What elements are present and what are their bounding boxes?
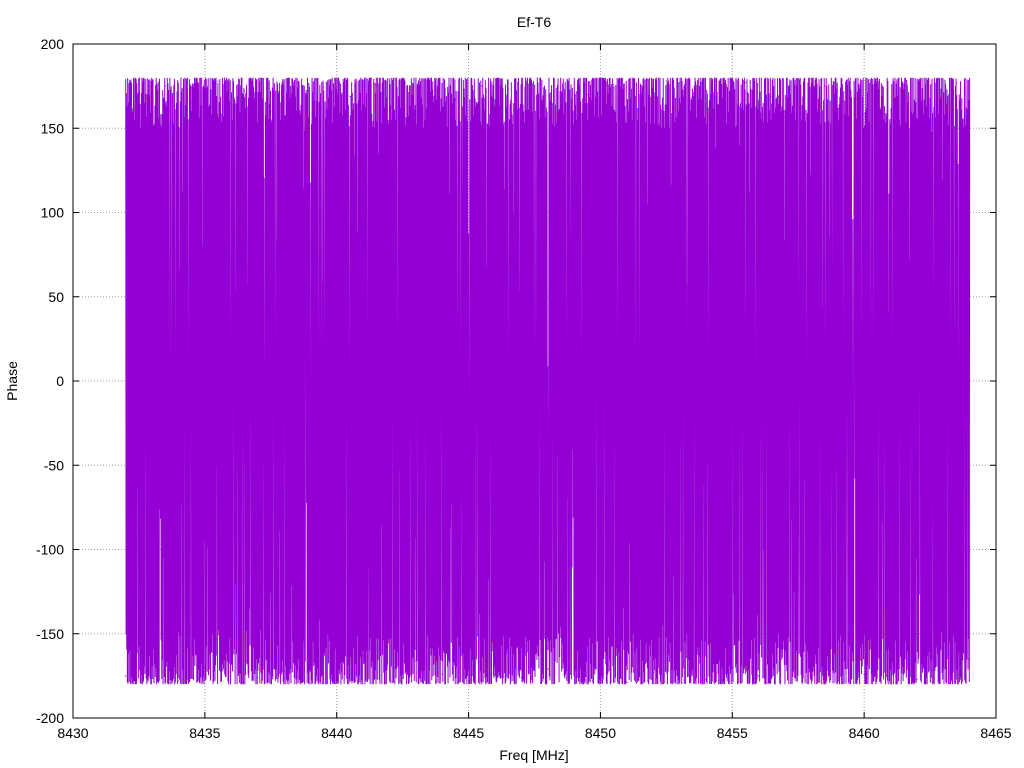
y-axis-label: Phase <box>4 361 20 401</box>
x-tick-label: 8435 <box>189 725 220 741</box>
data-point <box>547 668 549 670</box>
data-point <box>362 655 364 657</box>
y-tick-label: 0 <box>56 373 64 389</box>
data-point <box>639 90 641 92</box>
y-tick-label: 150 <box>41 120 65 136</box>
data-point <box>336 682 338 684</box>
data-point <box>652 671 654 674</box>
data-point <box>428 80 430 82</box>
chart-title: Ef-T6 <box>517 14 551 30</box>
data-point <box>863 673 865 675</box>
y-tick-label: 50 <box>48 289 64 305</box>
data-point <box>441 673 443 675</box>
y-tick-label: -50 <box>44 457 64 473</box>
data-point <box>903 88 905 91</box>
data-point <box>665 80 667 82</box>
y-tick-label: 200 <box>41 36 65 52</box>
data-point <box>283 670 285 672</box>
data-point <box>322 87 325 89</box>
data-point <box>705 678 707 680</box>
data-point <box>164 85 166 87</box>
x-axis-label: Freq [MHz] <box>499 747 568 763</box>
data-point <box>599 661 602 663</box>
data-point <box>613 83 615 86</box>
y-tick-label: -100 <box>36 542 64 558</box>
data-point <box>309 663 311 665</box>
phase-series-line <box>125 77 971 685</box>
data-point <box>243 90 246 92</box>
y-tick-label: -200 <box>36 710 64 726</box>
data-point <box>916 678 918 680</box>
x-tick-label: 8460 <box>849 725 880 741</box>
data-point <box>850 92 852 94</box>
x-tick-label: 8450 <box>585 725 616 741</box>
data-point <box>454 99 456 101</box>
data-point <box>586 93 588 96</box>
data-point <box>467 680 470 682</box>
data-point <box>388 678 391 680</box>
data-point <box>889 665 892 667</box>
y-tick-label: -150 <box>36 626 64 642</box>
data-point <box>626 682 628 684</box>
x-tick-label: 8445 <box>453 725 484 741</box>
data-point <box>678 663 681 665</box>
x-tick-label: 8465 <box>980 725 1011 741</box>
data-point <box>125 675 127 677</box>
y-tick-label: 100 <box>41 205 65 221</box>
data-point <box>797 80 799 82</box>
data-point <box>191 102 193 104</box>
data-point <box>718 87 720 89</box>
data-point <box>481 85 483 87</box>
data-point <box>731 666 733 669</box>
data-point <box>955 82 958 84</box>
data-point <box>138 93 140 96</box>
data-point <box>520 676 522 679</box>
data-point <box>560 82 562 84</box>
data-point <box>969 658 971 660</box>
data-point <box>217 80 219 82</box>
data-point <box>415 660 417 662</box>
data-point <box>151 650 153 652</box>
phase-chart: Ef-T6 8430 8435 8440 8445 8450 8455 8460 8465 -2… <box>4 14 1012 763</box>
data-point <box>402 92 404 94</box>
data-point <box>375 83 377 86</box>
data-point <box>837 680 839 682</box>
data-point <box>784 670 786 672</box>
data-point <box>177 680 180 682</box>
data-point <box>349 95 351 97</box>
x-tick-label: 8430 <box>57 725 88 741</box>
data-point <box>942 668 944 670</box>
data-point <box>692 100 694 102</box>
data-point <box>296 82 298 84</box>
data-point <box>507 88 509 91</box>
data-point <box>533 97 536 99</box>
data-point <box>204 666 206 669</box>
data-point <box>230 658 232 660</box>
data-point <box>573 675 575 677</box>
x-tick-label: 8455 <box>717 725 748 741</box>
data-point <box>823 85 826 87</box>
x-tick-label: 8440 <box>321 725 352 741</box>
data-point <box>270 110 272 112</box>
data-point <box>876 83 878 86</box>
data-point <box>494 665 496 667</box>
data-point <box>810 660 813 662</box>
data-point <box>929 97 931 99</box>
data-layer <box>125 77 971 685</box>
data-point <box>257 676 259 679</box>
data-point <box>744 82 747 84</box>
data-point <box>771 95 773 97</box>
data-point <box>758 675 760 677</box>
